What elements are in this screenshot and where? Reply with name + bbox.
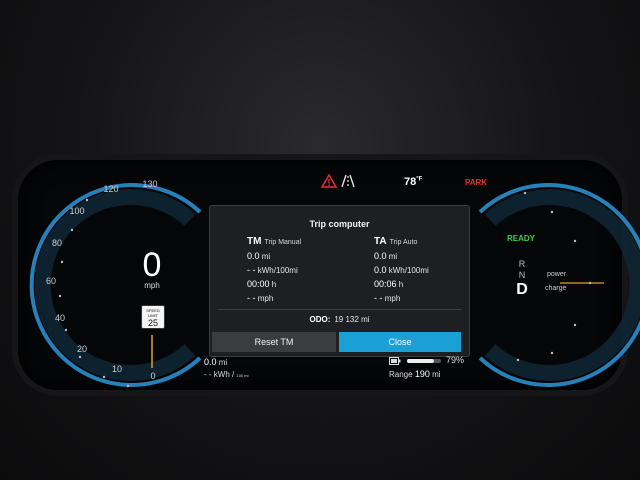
speed-unit: mph	[144, 281, 160, 290]
consumption-unit: kWh/100mi	[257, 266, 298, 275]
speed-tick: 100	[69, 206, 85, 216]
battery-level-bar	[406, 358, 441, 363]
consumption-unit: kWh /	[213, 370, 235, 379]
trip-manual-column: TM Trip Manual 0.0 mi - - kWh/100mi 00:00…	[247, 236, 301, 303]
consumption-unit-small: 100 mi	[236, 373, 249, 378]
temperature-value: 78	[404, 176, 417, 188]
distance-unit: mi	[388, 252, 398, 261]
range-unit: mi	[432, 370, 441, 379]
energy-consumption: - - kWh / 100 mi	[204, 370, 249, 379]
trip-distance-value: 0.0	[204, 357, 217, 367]
distance-unit: mi	[261, 252, 271, 261]
odometer: ODO: 19 132 mi	[210, 315, 469, 324]
temperature-unit: °F	[416, 176, 423, 183]
speed-value: 0	[142, 246, 162, 284]
trip-distance: 0.0 mi	[204, 357, 227, 367]
odo-label: ODO:	[309, 315, 331, 324]
trip-auto-name: Trip Auto	[389, 239, 418, 246]
trip-manual-header: TM Trip Manual	[247, 236, 301, 247]
close-button[interactable]: Close	[339, 332, 461, 352]
consumption-unit: kWh/100mi	[388, 266, 429, 275]
time-unit: h	[398, 280, 404, 289]
speed-tick: 60	[45, 276, 57, 286]
trip-manual-name: Trip Manual	[264, 239, 302, 246]
trip-manual-consumption: - - kWh/100mi	[247, 265, 301, 275]
range-label: Range	[389, 370, 413, 379]
battery-percent-unit: %	[456, 355, 465, 365]
charge-label: charge	[545, 285, 567, 292]
distance-value: 0.0	[247, 251, 260, 261]
battery-status: 79%	[389, 355, 464, 365]
distance-value: 0.0	[374, 251, 387, 261]
time-value: 00:00	[247, 279, 270, 289]
odo-unit: mi	[361, 315, 370, 324]
trip-auto-consumption: 0.0 kWh/100mi	[374, 265, 429, 275]
divider	[218, 309, 461, 310]
trip-auto-speed: - - mph	[374, 293, 429, 303]
trip-computer-panel: Trip computer TM Trip Manual 0.0 mi - - k…	[209, 205, 470, 357]
trip-distance-unit: mi	[218, 358, 228, 367]
speed-avg-unit: mph	[384, 294, 401, 303]
ready-indicator: READY	[507, 234, 536, 243]
outside-temperature: 78°F	[404, 176, 422, 188]
panel-title: Trip computer	[309, 219, 370, 229]
speed-avg-value: - -	[247, 293, 256, 303]
range-value: 190	[414, 369, 430, 379]
speed-limit-sign: SPEED LIMIT 25	[141, 305, 165, 329]
gear-n: N	[518, 270, 526, 280]
odo-value: 19 132	[334, 315, 359, 324]
trip-auto-time: 00:06 h	[374, 279, 429, 289]
trip-manual-abbr: TM	[247, 236, 262, 247]
speed-tick: 40	[54, 313, 66, 323]
trip-manual-distance: 0.0 mi	[247, 251, 301, 261]
range: Range 190 mi	[389, 369, 441, 379]
warning-triangle-icon	[321, 174, 337, 188]
trip-manual-speed: - - mph	[247, 293, 301, 303]
speed-tick: 20	[76, 344, 88, 354]
time-unit: h	[271, 280, 277, 289]
speed-tick: 80	[51, 238, 63, 248]
speed-tick: 130	[142, 179, 158, 189]
road-lane-icon	[341, 174, 355, 188]
trip-auto-header: TA Trip Auto	[374, 236, 429, 247]
speed-tick: 10	[111, 364, 123, 374]
trip-auto-distance: 0.0 mi	[374, 251, 429, 261]
gear-d-active: D	[516, 281, 528, 298]
consumption-value: 0.0	[374, 265, 387, 275]
trip-auto-abbr: TA	[374, 236, 387, 247]
speed-tick: 0	[150, 371, 156, 381]
battery-percent: 79	[446, 355, 457, 365]
time-value: 00:06	[374, 279, 397, 289]
battery-icon	[389, 356, 401, 365]
speed-limit-value: 25	[147, 318, 158, 328]
power-label: power	[547, 271, 567, 278]
reset-tm-button[interactable]: Reset TM	[212, 332, 336, 352]
gear-r: R	[518, 259, 526, 269]
speed-tick: 120	[103, 184, 119, 194]
speed-avg-value: - -	[374, 293, 383, 303]
speed-limit-label: SPEED LIMIT	[146, 308, 160, 318]
consumption-value: - -	[247, 265, 256, 275]
park-indicator: PARK	[465, 178, 488, 187]
speed-avg-unit: mph	[257, 294, 274, 303]
consumption-value: - -	[204, 370, 212, 379]
trip-auto-column: TA Trip Auto 0.0 mi 0.0 kWh/100mi 00:06 h…	[374, 236, 429, 303]
trip-manual-time: 00:00 h	[247, 279, 301, 289]
